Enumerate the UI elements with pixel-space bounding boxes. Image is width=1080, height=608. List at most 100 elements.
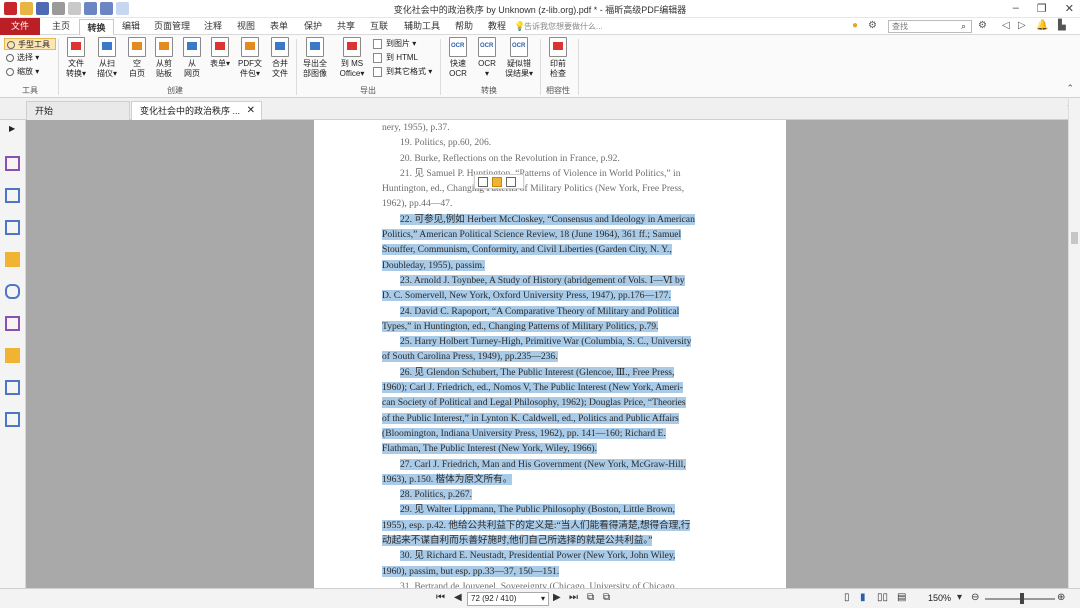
chevron-down-icon[interactable]: ▾ <box>541 593 545 605</box>
from-webpage-button[interactable]: 从 网页 <box>179 37 205 79</box>
page-line[interactable]: 1960); Carl J. Friedrich, ed., Nomos V, … <box>382 380 738 395</box>
page-line[interactable]: can Society of Political and Legal Philo… <box>382 395 738 410</box>
tab-help[interactable]: 帮助 <box>450 18 478 35</box>
vertical-scrollbar[interactable] <box>1068 98 1080 588</box>
pdf-portfolio-button[interactable]: PDF文 件包▾ <box>235 37 265 79</box>
highlight-text-icon[interactable] <box>492 177 502 187</box>
page-number-input[interactable]: 72 (92 / 410) ▾ <box>467 592 549 606</box>
page-line[interactable]: 30. 见 Richard E. Neustadt, Presidential … <box>382 548 738 563</box>
copy-icon[interactable] <box>478 177 488 187</box>
next-view-icon[interactable]: ⧉ <box>603 592 610 603</box>
tab-start[interactable]: 开始 <box>26 101 130 120</box>
tab-tutorial[interactable]: 教程 <box>483 18 511 35</box>
preflight-button[interactable]: 印前 检查 <box>544 37 572 79</box>
skin-icon[interactable]: ● <box>852 20 858 31</box>
pdf-page[interactable]: nery, 1955), p.37. 19. Politics, pp.60, 2… <box>314 120 786 588</box>
page-line[interactable]: 动起来不谋自利而乐善好施时,他们自己所选择的就是公共利益。” <box>382 533 738 548</box>
tab-page-management[interactable]: 页面管理 <box>150 18 194 35</box>
single-page-icon[interactable]: ▯ <box>844 592 850 603</box>
to-other-format-button[interactable]: 到其它格式 ▾ <box>372 66 432 78</box>
tab-view[interactable]: 视图 <box>232 18 260 35</box>
last-page-icon[interactable]: ⏭ <box>569 592 578 603</box>
page-line[interactable]: 28. Politics, p.267. <box>382 487 738 502</box>
restore-icon[interactable]: ❐ <box>1037 2 1047 15</box>
export-all-images-button[interactable]: 导出全 部图像 <box>299 37 331 79</box>
tab-document[interactable]: 变化社会中的政治秩序 ... ✕ <box>131 101 262 120</box>
zoom-tool-button[interactable]: 缩放 ▾ <box>4 66 39 78</box>
facing-page-icon[interactable]: ▯▯ <box>877 592 888 603</box>
content-icon[interactable] <box>5 380 20 395</box>
pages-icon[interactable] <box>5 188 20 203</box>
bookmarks-icon[interactable] <box>5 156 20 171</box>
zoom-out-icon[interactable]: ⊖ <box>971 592 979 603</box>
page-line[interactable]: 23. Arnold J. Toynbee, A Study of Histor… <box>382 273 738 288</box>
tab-connect[interactable]: 互联 <box>365 18 393 35</box>
document-canvas[interactable]: nery, 1955), p.37. 19. Politics, pp.60, 2… <box>26 120 1068 588</box>
previous-view-icon[interactable]: ⧉ <box>587 592 594 603</box>
page-line[interactable]: 29. 见 Walter Lippmann, The Public Philos… <box>382 502 738 517</box>
page-line[interactable]: Types,” in Huntington, ed., Changing Pat… <box>382 319 738 334</box>
page-line[interactable]: 1963), p.150. 楷体为原文所有。 <box>382 472 738 487</box>
page-line[interactable]: Huntington, ed., Changing Patterns of Mi… <box>382 181 738 196</box>
page-line[interactable]: D. C. Somervell, New York, Oxford Univer… <box>382 288 738 303</box>
scrollbar-thumb[interactable] <box>1071 232 1078 244</box>
bell-icon[interactable]: 🔔 <box>1036 20 1048 31</box>
user-icon[interactable]: ▙ <box>1058 20 1066 31</box>
expand-panel-icon[interactable]: ▶ <box>9 124 15 133</box>
comments-icon[interactable] <box>5 252 20 267</box>
page-line[interactable]: of South Carolina Press, 1949), pp.235—2… <box>382 349 738 364</box>
page-text-block[interactable]: nery, 1955), p.37. 19. Politics, pp.60, 2… <box>382 120 738 588</box>
hand-tool-button[interactable]: 手型工具 <box>4 38 56 50</box>
form-button[interactable]: 表单▾ <box>207 37 233 69</box>
minimize-icon[interactable]: – <box>1013 2 1019 15</box>
tab-edit[interactable]: 编辑 <box>116 18 146 35</box>
layers-icon[interactable] <box>5 220 20 235</box>
suspect-results-button[interactable]: 疑似错 误结果▾ <box>502 37 536 79</box>
close-tab-icon[interactable]: ✕ <box>247 102 255 120</box>
tab-home[interactable]: 主页 <box>46 18 76 35</box>
page-line[interactable]: 1955), esp. p.42. 他给公共利益下的定义是:“当人们能看得清楚,… <box>382 518 738 533</box>
zoom-slider-handle[interactable] <box>1020 593 1024 604</box>
tab-share[interactable]: 共享 <box>332 18 360 35</box>
tab-form[interactable]: 表单 <box>265 18 293 35</box>
quick-ocr-button[interactable]: 快速 OCR <box>444 37 472 79</box>
page-line[interactable]: 21. 见 Samuel P. Huntington, “Patterns of… <box>382 166 738 181</box>
combine-files-button[interactable]: 合并 文件 <box>267 37 293 79</box>
next-page-icon[interactable]: ▶ <box>553 592 561 603</box>
tab-convert[interactable]: 转换 <box>79 19 114 35</box>
close-icon[interactable]: ✕ <box>1065 2 1074 15</box>
from-scanner-button[interactable]: 从扫 描仪▾ <box>93 37 121 79</box>
to-image-button[interactable]: 到图片 ▾ <box>372 38 416 50</box>
zoom-in-icon[interactable]: ⊕ <box>1057 592 1065 603</box>
select-tool-button[interactable]: 选择 ▾ <box>4 52 39 64</box>
page-line[interactable]: 27. Carl J. Friedrich, Man and His Gover… <box>382 457 738 472</box>
collapse-ribbon-icon[interactable]: ⌃ <box>1066 83 1074 94</box>
page-line[interactable]: 1962), pp.44—47. <box>382 196 738 211</box>
file-convert-button[interactable]: 文件 转换▾ <box>62 37 90 79</box>
first-page-icon[interactable]: ⏮ <box>436 592 445 603</box>
page-line[interactable]: Stouffer, Communism, Conformity, and Civ… <box>382 242 738 257</box>
page-line[interactable]: nery, 1955), p.37. <box>382 120 738 135</box>
zoom-dropdown-icon[interactable]: ▾ <box>957 592 962 603</box>
search-icon[interactable]: ⌕ <box>961 21 966 32</box>
page-line[interactable]: 22. 可参见,例如 Herbert McCloskey, “Consensus… <box>382 212 738 227</box>
continuous-page-icon[interactable]: ▮ <box>860 592 866 603</box>
clipboard-icon[interactable] <box>506 177 516 187</box>
page-line[interactable]: 25. Harry Holbert Turney-High, Primitive… <box>382 334 738 349</box>
tab-accessibility[interactable]: 辅助工具 <box>398 18 446 35</box>
page-line[interactable]: 26. 见 Glendon Schubert, The Public Inter… <box>382 365 738 380</box>
from-clipboard-button[interactable]: 从剪 贴板 <box>151 37 177 79</box>
page-line[interactable]: of the Public Interest,” in Lynton K. Ca… <box>382 411 738 426</box>
page-line[interactable]: Politics,” American Political Science Re… <box>382 227 738 242</box>
tab-file[interactable]: 文件 <box>0 18 40 35</box>
page-line[interactable]: 20. Burke, Reflections on the Revolution… <box>382 151 738 166</box>
gear-icon[interactable]: ⚙ <box>978 20 987 31</box>
continuous-facing-icon[interactable]: ▤ <box>897 592 906 603</box>
tab-comment[interactable]: 注释 <box>199 18 227 35</box>
page-line[interactable]: Doubleday, 1955), passim. <box>382 258 738 273</box>
page-line[interactable]: 24. David C. Rapoport, “A Comparative Th… <box>382 304 738 319</box>
tab-protect[interactable]: 保护 <box>299 18 327 35</box>
signature-icon[interactable] <box>5 316 20 331</box>
back-icon[interactable]: ◁ <box>1002 20 1010 31</box>
page-line[interactable]: (Bloomington, Indiana University Press, … <box>382 426 738 441</box>
